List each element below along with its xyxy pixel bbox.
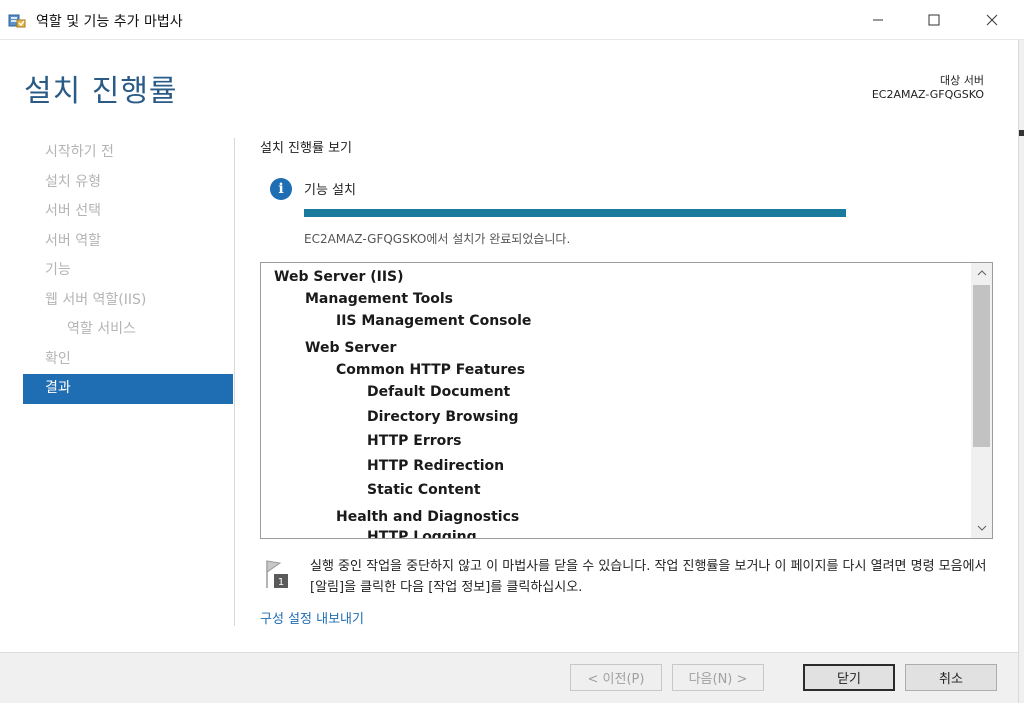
nav-item-before-you-begin: 시작하기 전 [45,144,114,160]
section-title: 설치 진행률 보기 [260,141,352,156]
maximize-icon [928,14,940,26]
window-title: 역할 및 기능 추가 마법사 [36,14,183,30]
result-item: HTTP Logging [367,529,477,539]
background-window-edge [1018,40,1024,703]
nav-item-server-roles: 서버 역할 [45,232,101,249]
cancel-button[interactable]: 취소 [905,664,997,691]
result-item: Web Server (IIS) [274,269,404,285]
result-item: HTTP Errors [367,433,462,449]
nav-item-features: 기능 [45,262,71,278]
info-icon: i [270,178,292,200]
page-title: 설치 진행률 [24,74,178,109]
result-item: Web Server [305,340,397,356]
installation-results-list[interactable]: Web Server (IIS) Management Tools IIS Ma… [260,262,993,539]
result-item: Directory Browsing [367,409,519,425]
previous-button[interactable]: < 이전(P) [570,664,662,691]
nav-item-web-server-role: 웹 서버 역할(IIS) [45,291,147,308]
minimize-button[interactable] [852,0,904,40]
nav-item-server-selection: 서버 선택 [45,203,101,219]
chevron-up-icon [977,270,986,276]
feature-installation-label: 기능 설치 [304,183,356,198]
nav-item-results[interactable]: 결과 [23,374,233,404]
nav-item-confirmation: 확인 [45,350,71,367]
installation-status-text: EC2AMAZ-GFQGSKO에서 설치가 완료되었습니다. [304,232,571,246]
result-item: HTTP Redirection [367,458,505,474]
notification-note-text: 실행 중인 작업을 중단하지 않고 이 마법사를 닫을 수 있습니다. 작업 진… [310,559,987,595]
svg-text:1: 1 [278,577,284,588]
scroll-down-button[interactable] [971,518,992,538]
results-scrollbar[interactable] [971,263,992,538]
close-window-button[interactable] [966,0,1018,40]
progress-fill [304,209,846,217]
result-item: Default Document [367,384,511,400]
result-item: Common HTTP Features [336,362,526,378]
nav-item-installation-type: 설치 유형 [45,173,101,190]
close-icon [986,14,998,26]
next-button[interactable]: 다음(N) > [672,664,764,691]
notification-flag-icon: 1 [264,558,290,590]
installation-progress-bar [304,209,846,217]
server-manager-icon [8,11,26,29]
nav-divider [234,138,235,626]
target-server-label: 대상 서버 [940,74,984,87]
target-server-name: EC2AMAZ-GFQGSKO [871,88,984,101]
wizard-nav: 시작하기 전 설치 유형 서버 선택 서버 역할 기능 웹 서버 역할(IIS)… [23,138,233,404]
result-item: Management Tools [305,291,453,307]
result-item: IIS Management Console [336,313,532,329]
result-item: Static Content [367,482,481,498]
export-configuration-link[interactable]: 구성 설정 내보내기 [260,608,364,627]
close-button[interactable]: 닫기 [803,664,895,691]
result-item: Health and Diagnostics [336,509,520,525]
scroll-up-button[interactable] [971,263,992,283]
title-bar: 역할 및 기능 추가 마법사 [0,0,1024,40]
scroll-thumb[interactable] [973,285,990,447]
maximize-button[interactable] [908,0,960,40]
nav-item-role-services: 역할 서비스 [67,321,136,337]
minimize-icon [873,19,883,21]
chevron-down-icon [977,525,986,531]
